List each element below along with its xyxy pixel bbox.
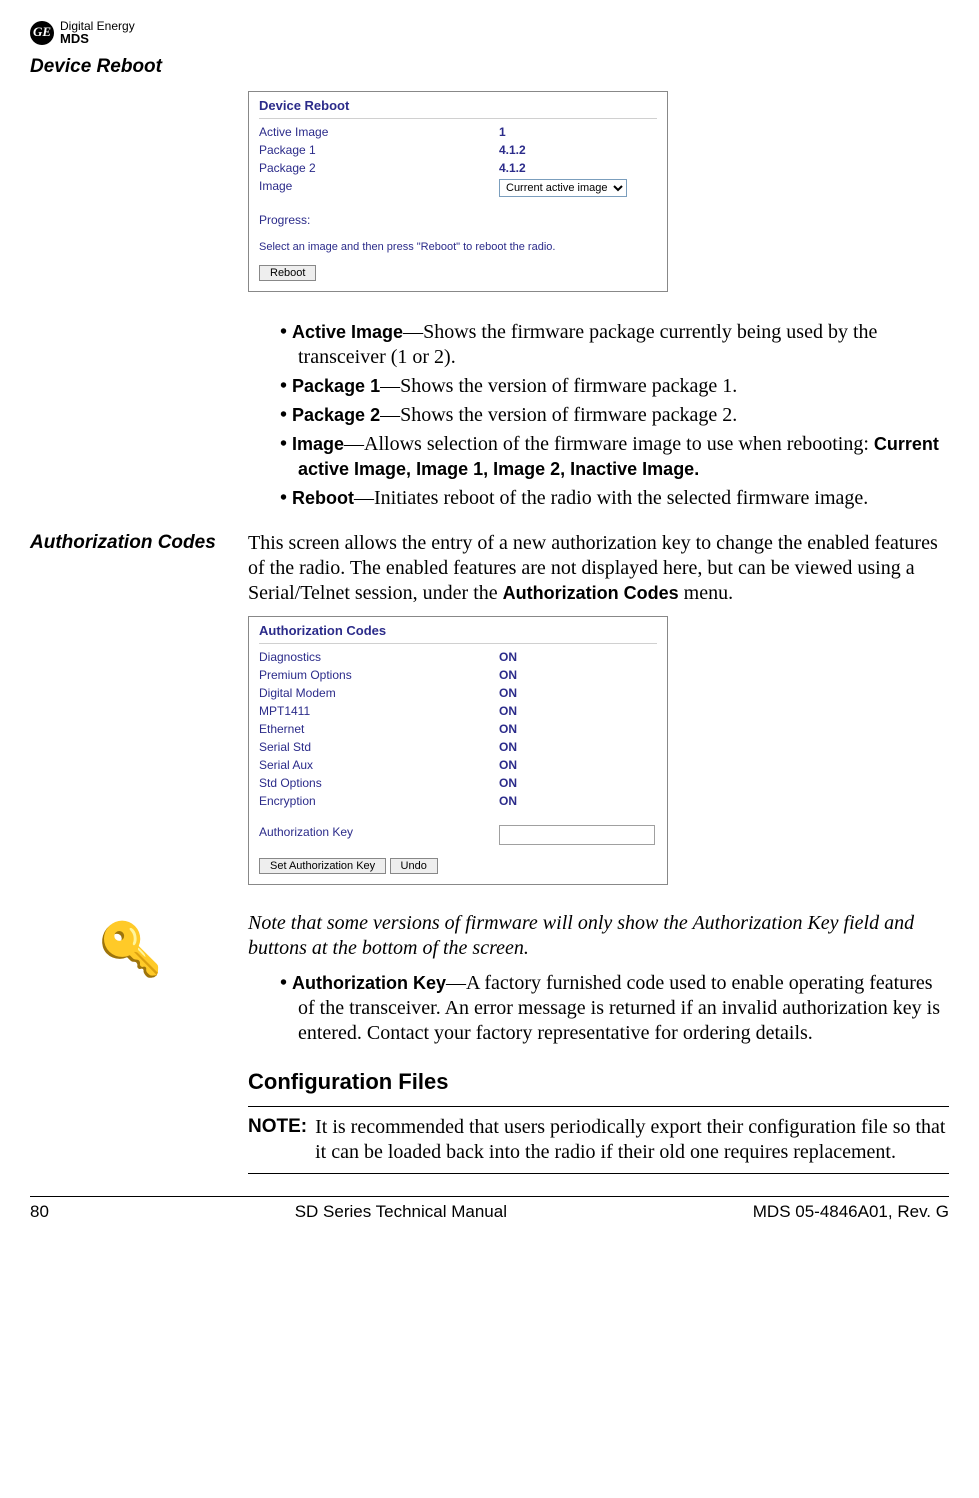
auth-feature-row: Premium OptionsON — [259, 668, 657, 683]
auth-feature-row: EncryptionON — [259, 794, 657, 809]
bullet-package2: Package 2—Shows the version of firmware … — [280, 403, 949, 428]
bullet-auth-key: Authorization Key—A factory furnished co… — [280, 971, 949, 1046]
note-label: NOTE: — [248, 1115, 307, 1165]
p1-pkg1-val: 4.1.2 — [499, 143, 526, 158]
note-block: NOTE: It is recommended that users perio… — [248, 1106, 949, 1174]
auth-feature-label: Premium Options — [259, 668, 499, 683]
panel1-title: Device Reboot — [259, 98, 657, 119]
section-config-files-heading: Configuration Files — [248, 1068, 949, 1096]
p1-pkg1-lbl: Package 1 — [259, 143, 499, 158]
p1-image-lbl: Image — [259, 179, 499, 197]
auth-feature-value: ON — [499, 686, 517, 701]
auth-feature-row: Std OptionsON — [259, 776, 657, 791]
auth-codes-panel: Authorization Codes DiagnosticsONPremium… — [248, 616, 668, 885]
reboot-button[interactable]: Reboot — [259, 265, 316, 281]
logo-line2: MDS — [60, 32, 135, 45]
set-auth-key-button[interactable]: Set Authorization Key — [259, 858, 386, 874]
key-icon: 🔑 — [98, 925, 163, 977]
bullet-package1: Package 1—Shows the version of firmware … — [280, 374, 949, 399]
bullet-reboot: Reboot—Initiates reboot of the radio wit… — [280, 486, 949, 511]
auth-feature-value: ON — [499, 794, 517, 809]
ge-logo-icon: GE — [30, 21, 54, 45]
auth-note-italic: Note that some versions of firmware will… — [248, 911, 949, 961]
logo-block: GE Digital Energy MDS — [30, 20, 949, 45]
auth-intro-paragraph: This screen allows the entry of a new au… — [248, 531, 949, 606]
auth-feature-row: EthernetON — [259, 722, 657, 737]
bullet-active-image: Active Image—Shows the firmware package … — [280, 320, 949, 370]
logo-text: Digital Energy MDS — [60, 20, 135, 45]
auth-feature-row: MPT1411ON — [259, 704, 657, 719]
note-text: It is recommended that users periodicall… — [315, 1115, 949, 1165]
auth-feature-value: ON — [499, 740, 517, 755]
p1-active-image-val: 1 — [499, 125, 506, 140]
auth-feature-label: Serial Std — [259, 740, 499, 755]
auth-feature-row: Digital ModemON — [259, 686, 657, 701]
footer-right: MDS 05-4846A01, Rev. G — [753, 1201, 949, 1222]
auth-feature-label: Diagnostics — [259, 650, 499, 665]
auth-feature-label: MPT1411 — [259, 704, 499, 719]
auth-feature-value: ON — [499, 668, 517, 683]
section-auth-codes-heading: Authorization Codes — [30, 531, 230, 612]
auth-key-input[interactable] — [499, 825, 655, 845]
p1-active-image-lbl: Active Image — [259, 125, 499, 140]
p2-authkey-lbl: Authorization Key — [259, 825, 499, 845]
section-device-reboot-heading: Device Reboot — [30, 55, 230, 79]
undo-button[interactable]: Undo — [390, 858, 438, 874]
auth-feature-value: ON — [499, 722, 517, 737]
auth-feature-label: Digital Modem — [259, 686, 499, 701]
footer-center: SD Series Technical Manual — [295, 1201, 507, 1222]
footer-page-number: 80 — [30, 1201, 49, 1222]
auth-feature-value: ON — [499, 704, 517, 719]
auth-feature-label: Encryption — [259, 794, 499, 809]
panel2-title: Authorization Codes — [259, 623, 657, 644]
auth-feature-label: Std Options — [259, 776, 499, 791]
auth-feature-row: Serial StdON — [259, 740, 657, 755]
auth-feature-value: ON — [499, 758, 517, 773]
auth-feature-row: Serial AuxON — [259, 758, 657, 773]
auth-feature-label: Serial Aux — [259, 758, 499, 773]
device-reboot-panel: Device Reboot Active Image1 Package 14.1… — [248, 91, 668, 292]
page-footer: 80 SD Series Technical Manual MDS 05-484… — [30, 1196, 949, 1222]
p1-instruction: Select an image and then press "Reboot" … — [259, 241, 657, 255]
p1-pkg2-lbl: Package 2 — [259, 161, 499, 176]
auth-feature-label: Ethernet — [259, 722, 499, 737]
auth-feature-value: ON — [499, 776, 517, 791]
p1-pkg2-val: 4.1.2 — [499, 161, 526, 176]
image-select[interactable]: Current active image — [499, 179, 627, 197]
device-reboot-bullets: Active Image—Shows the firmware package … — [248, 320, 949, 511]
p1-progress-lbl: Progress: — [259, 213, 499, 228]
bullet-image: Image—Allows selection of the firmware i… — [280, 432, 949, 482]
auth-feature-value: ON — [499, 650, 517, 665]
auth-bullets: Authorization Key—A factory furnished co… — [248, 971, 949, 1046]
auth-feature-row: DiagnosticsON — [259, 650, 657, 665]
